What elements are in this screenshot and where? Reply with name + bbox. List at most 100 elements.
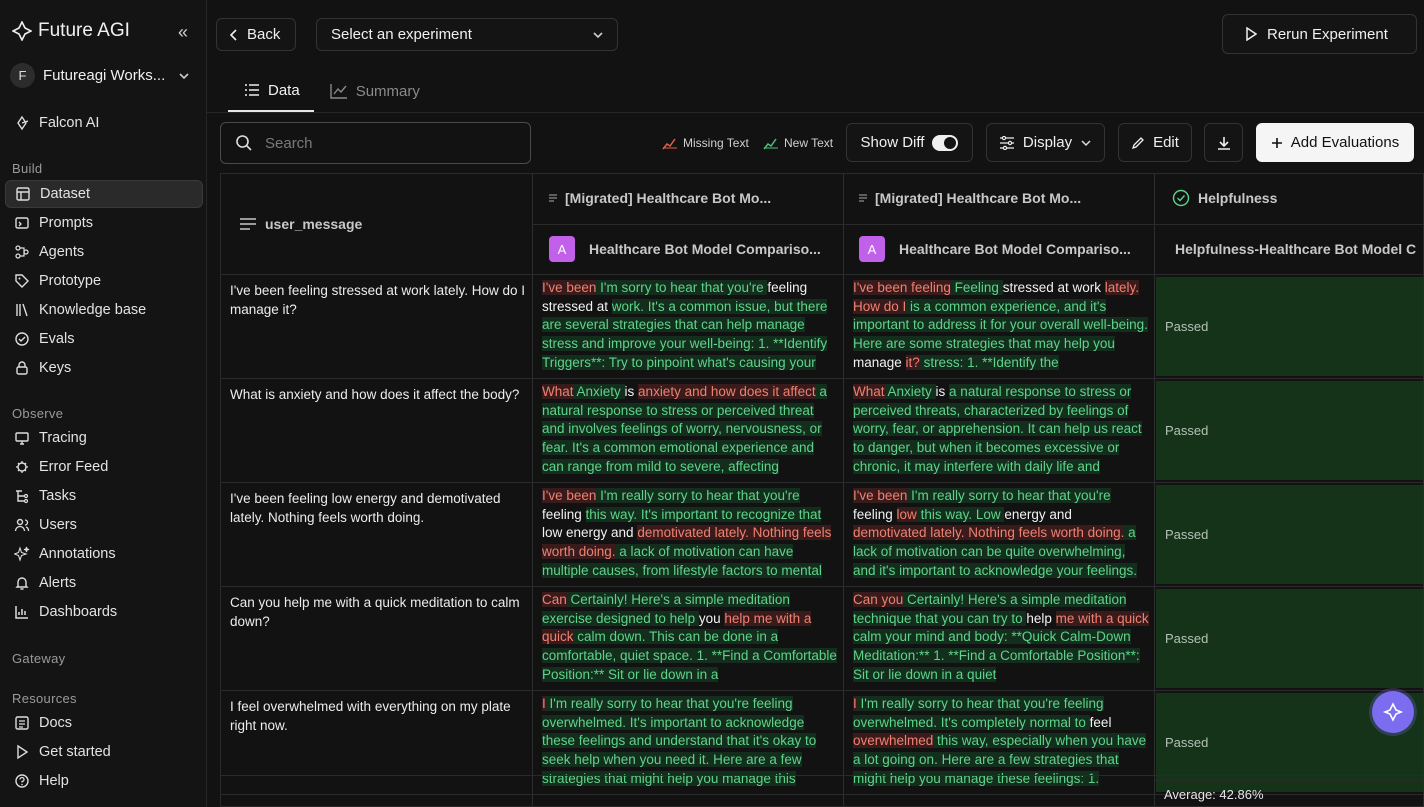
sidebar-item-label: Dashboards xyxy=(39,604,118,620)
sidebar-item-agents[interactable]: Agents xyxy=(5,238,203,266)
sidebar-item-docs[interactable]: Docs xyxy=(5,709,203,737)
sidebar-item-help[interactable]: Help xyxy=(5,767,203,795)
cell-diff-output[interactable]: I've been I'm really sorry to hear that … xyxy=(542,487,838,583)
rerun-experiment-button[interactable]: Rerun Experiment xyxy=(1222,14,1417,54)
sidebar-item-label: Get started xyxy=(39,744,111,760)
plus-icon xyxy=(1271,137,1282,148)
table-row[interactable]: I've been feeling low energy and demotiv… xyxy=(221,483,1423,587)
sidebar-item-falcon-ai[interactable]: Falcon AI xyxy=(5,109,203,137)
sidebar-item-dataset[interactable]: Dataset xyxy=(5,180,203,208)
add-evaluations-button[interactable]: Add Evaluations xyxy=(1256,123,1414,162)
show-diff-toggle[interactable]: Show Diff xyxy=(846,123,973,162)
header-divider xyxy=(532,224,1423,225)
column-header-user-message[interactable]: user_message xyxy=(239,212,362,236)
cell-user-message[interactable]: I've been feeling low energy and demotiv… xyxy=(230,489,530,527)
sidebar-item-alerts[interactable]: Alerts xyxy=(5,569,203,597)
sidebar-item-prototype[interactable]: Prototype xyxy=(5,267,203,295)
sidebar-item-label: Annotations xyxy=(39,546,116,562)
sidebar-item-annotations[interactable]: Annotations xyxy=(5,540,203,568)
download-button[interactable] xyxy=(1204,123,1243,162)
cell-diff-output[interactable]: What Anxiety is anxiety and how does it … xyxy=(542,383,838,479)
section-resources: Resources xyxy=(12,691,77,706)
workspace-switcher[interactable]: F Futureagi Works... xyxy=(10,63,191,88)
edit-button[interactable]: Edit xyxy=(1118,123,1192,162)
cell-user-message[interactable]: What is anxiety and how does it affect t… xyxy=(230,385,530,404)
sidebar-item-label: Docs xyxy=(39,715,73,731)
cell-eval-result[interactable]: Passed xyxy=(1156,381,1423,480)
sidebar-item-evals[interactable]: Evals xyxy=(5,325,203,353)
cell-user-message[interactable]: I feel overwhelmed with everything on my… xyxy=(230,697,530,735)
sidebar-item-knowledge-base[interactable]: Knowledge base xyxy=(5,296,203,324)
cell-diff-output[interactable]: I've been feeling Feeling stressed at wo… xyxy=(853,279,1149,375)
experiment-select[interactable]: Select an experiment xyxy=(316,18,618,51)
cell-user-message[interactable]: I've been feeling stressed at work latel… xyxy=(230,281,530,319)
missing-text-icon xyxy=(662,138,677,150)
search-box[interactable] xyxy=(220,122,531,164)
column-header-group-c[interactable]: [Migrated] Healthcare Bot Mo... xyxy=(859,186,1149,210)
common-text-segment: is xyxy=(624,384,639,399)
sidebar-item-label: Error Feed xyxy=(39,459,109,475)
sidebar-item-dashboards[interactable]: Dashboards xyxy=(5,598,203,626)
cell-eval-result[interactable]: Passed xyxy=(1156,277,1423,376)
back-button[interactable]: Back xyxy=(216,18,296,51)
column-header-helpfulness[interactable]: Helpfulness xyxy=(1172,186,1277,210)
display-button[interactable]: Display xyxy=(986,123,1105,162)
column-subheader-label: Healthcare Bot Model Compariso... xyxy=(899,241,1131,257)
legend-new-text: New Text xyxy=(763,136,833,150)
column-subheader-d[interactable]: Helpfulness-Healthcare Bot Model C xyxy=(1175,235,1423,263)
missing-text-segment: low xyxy=(896,506,917,522)
cell-eval-result[interactable]: Passed xyxy=(1156,485,1423,584)
table-row[interactable]: Can you help me with a quick meditation … xyxy=(221,587,1423,691)
sidebar-item-tasks[interactable]: Tasks xyxy=(5,482,203,510)
sidebar-item-label: Help xyxy=(39,773,69,789)
tab-summary[interactable]: Summary xyxy=(314,70,434,112)
data-grid: user_message [Migrated] Healthcare Bot M… xyxy=(220,173,1424,807)
sidebar-item-label: Prompts xyxy=(39,215,93,231)
missing-text-segment: anxiety and how does it affect xyxy=(638,384,816,399)
sidebar-item-label: Users xyxy=(39,517,77,533)
column-subheader-b[interactable]: A Healthcare Bot Model Compariso... xyxy=(549,235,839,263)
table-row[interactable]: I've been feeling stressed at work latel… xyxy=(221,275,1423,379)
collapse-sidebar-icon[interactable]: « xyxy=(178,22,188,43)
column-header-group-b[interactable]: [Migrated] Healthcare Bot Mo... xyxy=(549,186,839,210)
help-icon xyxy=(15,774,29,788)
tag-icon xyxy=(15,274,29,288)
table-row[interactable]: What is anxiety and how does it affect t… xyxy=(221,379,1423,483)
cell-diff-output[interactable]: What Anxiety is a natural response to st… xyxy=(853,383,1149,479)
cell-diff-output[interactable]: I I'm really sorry to hear that you're f… xyxy=(853,695,1149,791)
lock-icon xyxy=(16,361,28,375)
cell-diff-output[interactable]: I I'm really sorry to hear that you're f… xyxy=(542,695,838,791)
tab-label: Summary xyxy=(355,82,420,100)
brand-name: Future AGI xyxy=(38,20,130,41)
new-text-segment: Feeling xyxy=(950,280,1003,295)
search-input[interactable] xyxy=(263,133,503,153)
legend-missing-label: Missing Text xyxy=(683,136,749,150)
sidebar-item-prompts[interactable]: Prompts xyxy=(5,209,203,237)
toggle-switch[interactable] xyxy=(932,134,959,151)
cell-diff-output[interactable]: Can Certainly! Here's a simple meditatio… xyxy=(542,591,838,687)
agent-icon xyxy=(15,245,29,259)
sidebar-item-keys[interactable]: Keys xyxy=(5,354,203,382)
cell-diff-output[interactable]: I've been I'm sorry to hear that you're … xyxy=(542,279,838,375)
cell-eval-result[interactable]: Passed xyxy=(1156,589,1423,688)
cell-diff-output[interactable]: Can you Certainly! Here's a simple medit… xyxy=(853,591,1149,687)
header-divider xyxy=(207,112,1424,113)
brand-logo[interactable]: Future AGI xyxy=(12,20,130,42)
play-icon xyxy=(1246,27,1257,41)
cell-diff-output[interactable]: I've been I'm really sorry to hear that … xyxy=(853,487,1149,583)
experiment-select-label: Select an experiment xyxy=(331,26,472,43)
prompt-icon xyxy=(15,217,29,229)
column-header-label: [Migrated] Healthcare Bot Mo... xyxy=(565,190,772,206)
sidebar-item-get-started[interactable]: Get started xyxy=(5,738,203,766)
tasks-icon xyxy=(16,490,29,504)
tab-data[interactable]: Data xyxy=(228,70,314,112)
sidebar-item-tracing[interactable]: Tracing xyxy=(5,424,203,452)
sidebar-item-users[interactable]: Users xyxy=(5,511,203,539)
column-subheader-c[interactable]: A Healthcare Bot Model Compariso... xyxy=(859,235,1149,263)
missing-text-segment: demotivated lately. Nothing feels worth … xyxy=(853,525,1125,541)
sidebar-item-error-feed[interactable]: Error Feed xyxy=(5,453,203,481)
missing-text-segment: overwhelmed xyxy=(853,733,934,749)
cell-user-message[interactable]: Can you help me with a quick meditation … xyxy=(230,593,530,631)
column-subheader-label: Helpfulness-Healthcare Bot Model C xyxy=(1175,241,1417,257)
assistant-fab[interactable] xyxy=(1372,691,1414,733)
